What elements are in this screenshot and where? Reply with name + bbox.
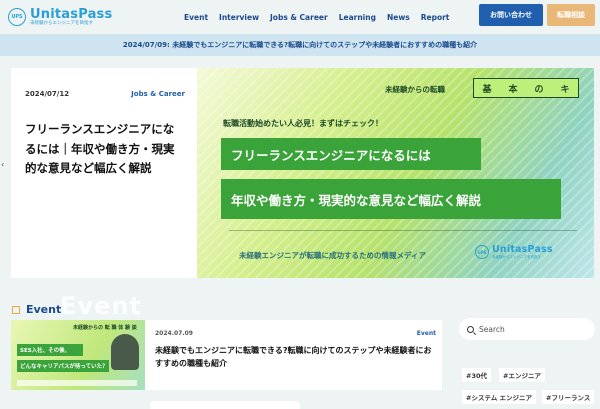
event-ghost-heading: Event (60, 292, 142, 320)
nav-jobs-career[interactable]: Jobs & Career (270, 13, 328, 22)
contact-button[interactable]: お問い合わせ (479, 4, 543, 26)
person-photo (111, 334, 139, 370)
thumb-line-1: SES入社、その後、 (17, 344, 83, 356)
image-headline-1: フリーランスエンジニアになるには (221, 138, 481, 170)
next-card-peek (150, 401, 300, 409)
logo-name: UnitasPass (30, 6, 113, 22)
nav-event[interactable]: Event (184, 13, 208, 22)
event-date: 2024.07.09 (155, 330, 193, 337)
image-divider (229, 230, 577, 231)
logo-tagline: 未経験からエンジニアを目指す (30, 20, 93, 26)
tag-system-engineer[interactable]: #システム エンジニア (462, 390, 537, 404)
search-icon (467, 325, 474, 333)
tag-engineer[interactable]: #エンジニア (499, 368, 545, 382)
badge-char: キ (560, 84, 570, 95)
featured-date: 2024/07/12 (25, 90, 70, 98)
search-box[interactable] (459, 318, 595, 340)
square-icon (12, 305, 20, 314)
search-input[interactable] (479, 324, 579, 334)
image-footer: 未経験エンジニアが転職に成功するための情報メディア (239, 251, 426, 260)
featured-image[interactable]: 未経験からの転職 基 本 の キ 転職活動始めたい人必見！まずはチェック！ フリ… (197, 68, 594, 278)
event-section-heading: Event (12, 303, 61, 316)
tag-freelance[interactable]: #フリーランス (542, 390, 595, 404)
featured-category[interactable]: Jobs & Career (131, 90, 185, 98)
logo-icon: UPS (8, 8, 26, 26)
badge-char: 本 (508, 84, 518, 95)
featured-title[interactable]: フリーランスエンジニアになるには｜年収や働き方・現実的な意見など幅広く解説 (25, 120, 185, 179)
nav-interview[interactable]: Interview (219, 13, 259, 22)
badge-char: 基 (482, 84, 492, 95)
image-badge-line: 未経験からの転職 (385, 85, 445, 94)
image-headline-2: 年収や働き方・現実的な意見など幅広く解説 (221, 179, 561, 219)
event-card-body: 2024.07.09 Event 未経験でもエンジニアに転職できる?転職に向けて… (145, 320, 442, 390)
announcement-text: 2024/07/09: 未経験でもエンジニアに転職できる?転職に向けてのステップ… (122, 41, 478, 49)
badge-char: の (534, 84, 544, 95)
image-logo-icon: UPS (475, 245, 489, 259)
event-category[interactable]: Event (417, 330, 436, 337)
thumb-top-text: 未経験からの 転 職 体 験 談 (73, 325, 137, 331)
event-article-card[interactable]: 未経験からの 転 職 体 験 談 SES入社、その後、 どんなキャリアパスが待っ… (11, 320, 442, 390)
main-nav: Event Interview Jobs & Career Learning N… (184, 13, 449, 22)
event-thumbnail[interactable]: 未経験からの 転 職 体 験 談 SES入社、その後、 どんなキャリアパスが待っ… (11, 320, 145, 390)
image-subtitle: 転職活動始めたい人必見！まずはチェック！ (223, 119, 383, 128)
tag-30s[interactable]: #30代 (462, 368, 491, 382)
image-logo-name: UnitasPass (492, 244, 553, 255)
event-section-label: Event (26, 303, 62, 316)
nav-report[interactable]: Report (421, 13, 450, 22)
consult-button[interactable]: 転職相談 (547, 4, 595, 26)
carousel-prev-icon[interactable]: ‹ (1, 160, 4, 169)
thumb-line-2: どんなキャリアパスが待っていた？ (17, 360, 109, 372)
nav-news[interactable]: News (387, 13, 410, 22)
image-logo: UPS UnitasPass 未経験からエンジニアを目指す (475, 245, 553, 259)
event-title[interactable]: 未経験でもエンジニアに転職できる?転職に向けてのステップや未経験者におすすめの職… (155, 345, 436, 371)
image-logo-tagline: 未経験からエンジニアを目指す (492, 254, 541, 259)
site-logo[interactable]: UPS UnitasPass 未経験からエンジニアを目指す (8, 8, 168, 27)
featured-article[interactable]: 2024/07/12 Jobs & Career フリーランスエンジニアになるに… (11, 68, 594, 278)
nav-learning[interactable]: Learning (339, 13, 376, 22)
featured-article-text: 2024/07/12 Jobs & Career フリーランスエンジニアになるに… (11, 68, 197, 278)
thumb-footer-bar (17, 380, 137, 386)
image-badge: 基 本 の キ (473, 78, 579, 98)
announcement-bar[interactable]: 2024/07/09: 未経験でもエンジニアに転職できる?転職に向けてのステップ… (0, 34, 600, 56)
